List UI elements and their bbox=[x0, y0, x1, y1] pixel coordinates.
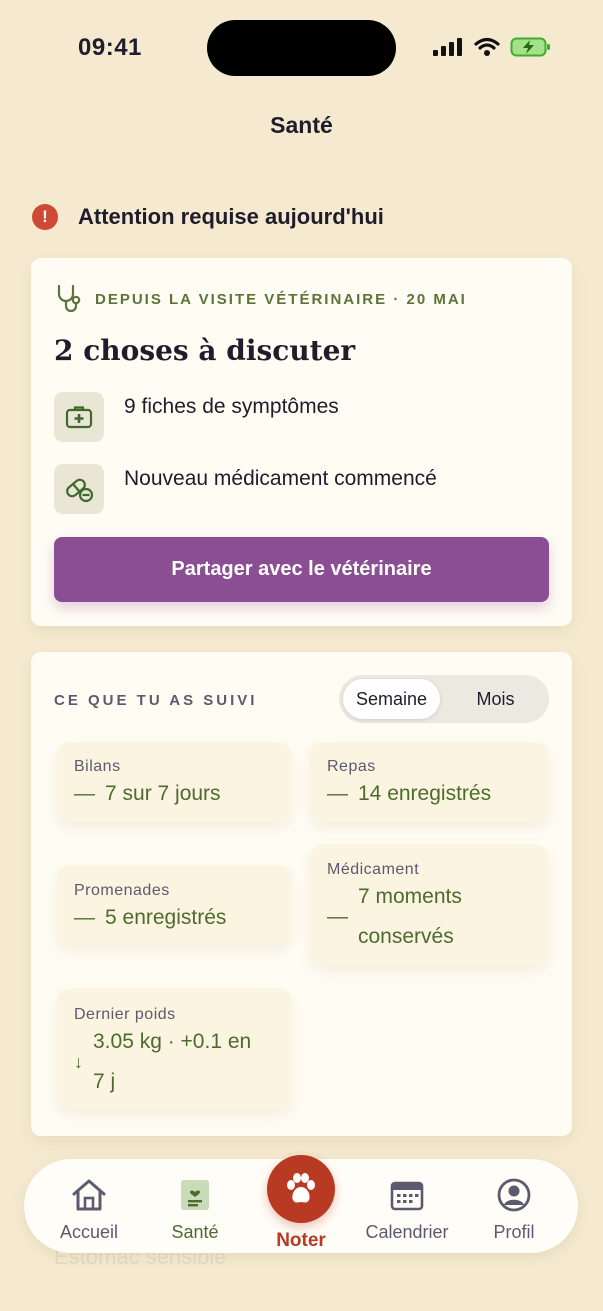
period-week-option[interactable]: Semaine bbox=[343, 679, 440, 719]
status-icons bbox=[432, 36, 552, 58]
stat-value-text: 5 enregistrés bbox=[105, 906, 227, 929]
weight-trend-icon: ↓ bbox=[74, 1052, 83, 1072]
stat-checkups[interactable]: Bilans — 7 sur 7 jours bbox=[57, 742, 291, 822]
stat-symbol: — bbox=[327, 782, 348, 805]
tab-calendrier[interactable]: Calendrier bbox=[356, 1159, 458, 1253]
pill-icon bbox=[54, 464, 104, 514]
stat-value-text: 7 moments conservés bbox=[358, 885, 462, 948]
symptom-records-item[interactable]: 9 fiches de symptômes bbox=[54, 392, 339, 442]
period-month-option[interactable]: Mois bbox=[446, 679, 545, 719]
stat-value: ↓ 3.05 kg · +0.1 en 7 j bbox=[74, 1022, 264, 1102]
alert-text: Attention requise aujourd'hui bbox=[78, 204, 384, 229]
tab-label: Profil bbox=[493, 1222, 535, 1242]
status-time: 09:41 bbox=[78, 34, 142, 61]
stat-value: — 5 enregistrés bbox=[74, 898, 226, 938]
new-medication-label: Nouveau médicament commencé bbox=[124, 467, 437, 490]
stat-last-weight[interactable]: Dernier poids ↓ 3.05 kg · +0.1 en 7 j bbox=[57, 989, 291, 1109]
symptom-records-label: 9 fiches de symptômes bbox=[124, 395, 339, 418]
stat-walks[interactable]: Promenades — 5 enregistrés bbox=[57, 865, 291, 945]
period-segmented-control: Semaine Mois bbox=[339, 675, 549, 723]
tab-sante[interactable]: Santé bbox=[150, 1159, 240, 1253]
stat-symbol: — bbox=[74, 906, 95, 929]
page-title: Santé bbox=[270, 112, 333, 138]
calendar-icon bbox=[390, 1175, 424, 1215]
stat-value-text: 14 enregistrés bbox=[358, 782, 492, 805]
stat-value-text: 7 sur 7 jours bbox=[105, 782, 221, 805]
tab-profil[interactable]: Profil bbox=[474, 1159, 554, 1253]
tab-label: Accueil bbox=[59, 1222, 119, 1242]
noter-label: Noter bbox=[276, 1230, 326, 1251]
noter-button[interactable] bbox=[267, 1155, 335, 1223]
bottom-tab-bar: Accueil Santé Noter Calendrier Profil bbox=[24, 1155, 578, 1253]
stethoscope-icon bbox=[57, 284, 81, 313]
discussion-count-heading: 2 choses à discuter bbox=[54, 334, 356, 367]
stat-symbol: — bbox=[327, 905, 348, 928]
stat-meals[interactable]: Repas — 14 enregistrés bbox=[310, 742, 548, 822]
vet-visit-card: DEPUIS LA VISITE VÉTÉRINAIRE · 20 MAI 2 … bbox=[31, 258, 572, 626]
share-with-vet-button[interactable]: Partager avec le vétérinaire bbox=[54, 537, 549, 602]
vet-visit-meta: DEPUIS LA VISITE VÉTÉRINAIRE · 20 MAI bbox=[55, 284, 467, 314]
health-record-icon bbox=[180, 1175, 210, 1215]
new-medication-item[interactable]: Nouveau médicament commencé bbox=[54, 464, 437, 514]
stat-symbol: — bbox=[74, 782, 95, 805]
stat-value: — 7 sur 7 jours bbox=[74, 774, 221, 814]
battery-charging-icon bbox=[510, 37, 550, 57]
stat-value-text: 3.05 kg · +0.1 en 7 j bbox=[93, 1030, 252, 1093]
tab-label: Santé bbox=[171, 1222, 219, 1242]
tracking-title: CE QUE TU AS SUIVI bbox=[54, 692, 258, 709]
dynamic-island bbox=[207, 20, 396, 76]
tab-label: Calendrier bbox=[365, 1222, 449, 1242]
cellular-signal-icon bbox=[433, 38, 462, 56]
medical-kit-icon bbox=[54, 392, 104, 442]
paw-icon bbox=[287, 1173, 315, 1203]
profile-icon bbox=[497, 1175, 531, 1215]
attention-alert: ! Attention requise aujourd'hui bbox=[32, 204, 384, 230]
alert-icon: ! bbox=[32, 204, 58, 230]
stat-medication[interactable]: Médicament — 7 moments conservés bbox=[310, 845, 548, 965]
stat-value: — 7 moments conservés bbox=[327, 877, 477, 957]
stat-value: — 14 enregistrés bbox=[327, 774, 491, 814]
status-bar: 09:41 bbox=[0, 0, 603, 90]
tab-accueil[interactable]: Accueil bbox=[44, 1159, 134, 1253]
wifi-icon bbox=[474, 37, 500, 56]
home-icon bbox=[70, 1175, 108, 1215]
vet-visit-date: DEPUIS LA VISITE VÉTÉRINAIRE · 20 MAI bbox=[95, 290, 467, 308]
tracking-card: CE QUE TU AS SUIVI Semaine Mois Bilans —… bbox=[31, 652, 572, 1136]
